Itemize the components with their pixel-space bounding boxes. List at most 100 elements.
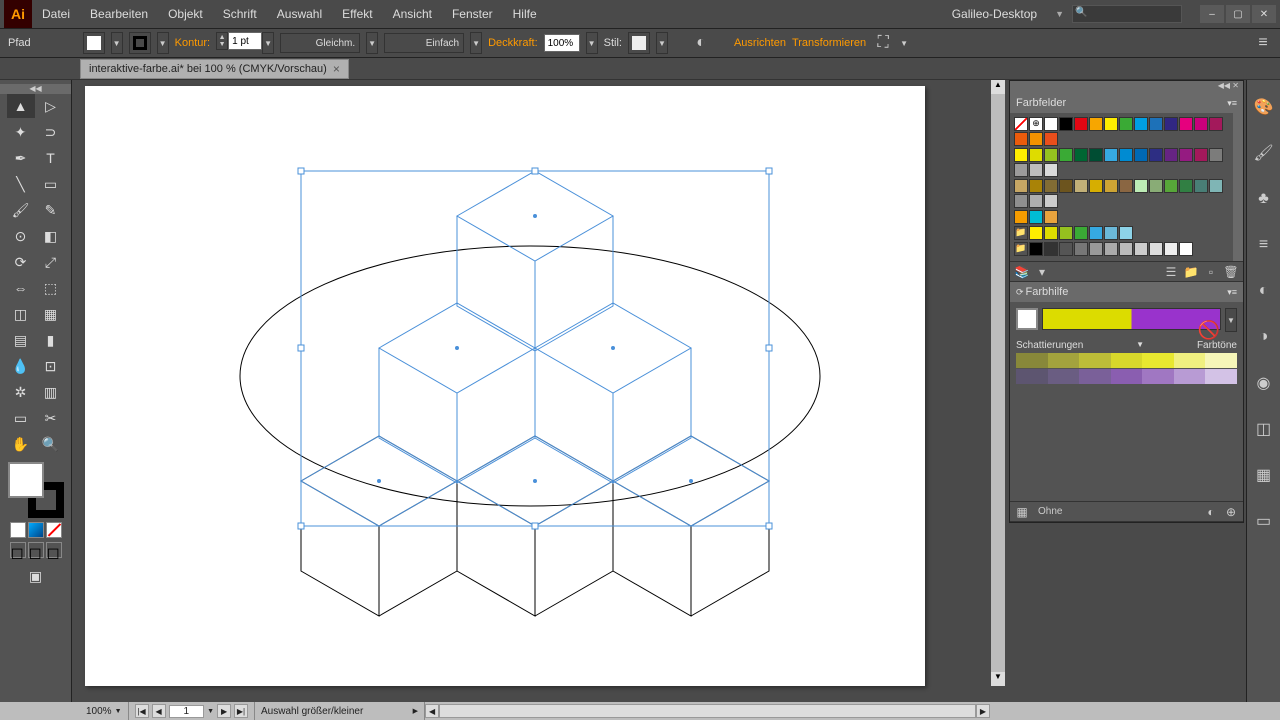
swatch-cell[interactable] xyxy=(1164,242,1178,256)
new-color-group-icon[interactable]: 📁 xyxy=(1183,264,1199,280)
screen-mode-tool[interactable]: ▣ xyxy=(22,564,50,588)
stroke-dropdown[interactable]: ▼ xyxy=(157,32,169,54)
swatch-cell[interactable] xyxy=(1059,117,1073,131)
chevron-down-icon[interactable]: ▼ xyxy=(1136,340,1144,351)
opacity-input[interactable] xyxy=(544,34,580,52)
swatch-cell[interactable] xyxy=(1164,117,1178,131)
variation-cell[interactable] xyxy=(1048,353,1080,368)
scale-tool[interactable]: ⤢ xyxy=(37,250,65,274)
opacity-dropdown[interactable]: ▼ xyxy=(586,32,598,54)
type-tool[interactable]: T xyxy=(37,146,65,170)
panel-menu-icon[interactable]: ≡ xyxy=(1252,32,1274,54)
swatch-cell[interactable] xyxy=(1119,148,1133,162)
zoom-tool[interactable]: 🔍 xyxy=(37,432,65,456)
document-tab[interactable]: interaktive-farbe.ai* bei 100 % (CMYK/Vo… xyxy=(80,59,349,79)
fill-color-box[interactable] xyxy=(8,462,44,498)
swatch-cell[interactable] xyxy=(1149,242,1163,256)
swatch-cell[interactable] xyxy=(1089,242,1103,256)
eyedropper-tool[interactable]: 💧 xyxy=(7,354,35,378)
variation-cell[interactable] xyxy=(1205,353,1237,368)
swatches-scrollbar[interactable] xyxy=(1233,113,1243,261)
stroke-weight-input[interactable] xyxy=(228,32,262,50)
menu-fenster[interactable]: Fenster xyxy=(442,0,503,28)
swatch-cell[interactable] xyxy=(1029,148,1043,162)
stroke-swatch[interactable] xyxy=(129,32,151,54)
color-mode-none[interactable] xyxy=(46,522,62,538)
panel-menu-icon[interactable]: ▾≡ xyxy=(1227,98,1237,109)
mesh-tool[interactable]: ▤ xyxy=(7,328,35,352)
fill-stroke-indicator[interactable] xyxy=(8,462,64,518)
swatch-cell[interactable]: 📁 xyxy=(1014,226,1028,240)
panel-menu-icon[interactable]: ▾≡ xyxy=(1227,287,1237,298)
swatch-cell[interactable] xyxy=(1044,242,1058,256)
variation-cell[interactable] xyxy=(1048,369,1080,384)
swatch-cell[interactable] xyxy=(1194,117,1208,131)
swatch-cell[interactable] xyxy=(1089,148,1103,162)
swatch-cell[interactable] xyxy=(1044,226,1058,240)
search-input[interactable] xyxy=(1072,5,1182,23)
color-variations-grid[interactable] xyxy=(1016,353,1237,385)
swatch-cell[interactable] xyxy=(1029,179,1043,193)
blend-tool[interactable]: ⊡ xyxy=(37,354,65,378)
pen-tool[interactable]: ✒ xyxy=(7,146,35,170)
swatch-cell[interactable] xyxy=(1074,242,1088,256)
swatch-cell[interactable] xyxy=(1029,163,1043,177)
artboard[interactable] xyxy=(85,86,925,686)
tab-close-icon[interactable]: × xyxy=(333,62,340,76)
eraser-tool[interactable]: ◧ xyxy=(37,224,65,248)
swatch-cell[interactable] xyxy=(1029,226,1043,240)
variation-cell[interactable] xyxy=(1142,353,1174,368)
zoom-level[interactable]: 100% xyxy=(86,706,112,717)
swatch-cell[interactable] xyxy=(1209,148,1223,162)
menu-bearbeiten[interactable]: Bearbeiten xyxy=(80,0,158,28)
swatch-cell[interactable] xyxy=(1074,148,1088,162)
layers-panel-icon[interactable]: ▦ xyxy=(1253,464,1275,486)
harmony-dropdown[interactable]: ▼ xyxy=(1225,308,1237,332)
canvas-vscrollbar[interactable]: ▲ ▼ xyxy=(991,80,1005,686)
draw-behind[interactable]: ◻ xyxy=(28,542,44,558)
width-profile-select[interactable]: Einfach xyxy=(384,33,464,53)
draw-normal[interactable]: ◻ xyxy=(10,542,26,558)
magic-wand-tool[interactable]: ✦ xyxy=(7,120,35,144)
stroke-panel-icon[interactable]: ≡ xyxy=(1253,234,1275,256)
swatch-cell[interactable] xyxy=(1104,242,1118,256)
artboards-panel-icon[interactable]: ▭ xyxy=(1253,510,1275,532)
rectangle-tool[interactable]: ▭ xyxy=(37,172,65,196)
menu-hilfe[interactable]: Hilfe xyxy=(503,0,547,28)
swatch-cell[interactable] xyxy=(1044,179,1058,193)
menu-datei[interactable]: Datei xyxy=(32,0,80,28)
recolor-icon[interactable]: ◐ xyxy=(690,32,712,54)
graphic-style-dropdown[interactable]: ▼ xyxy=(656,32,668,54)
swatch-cell[interactable] xyxy=(1014,163,1028,177)
panel-collapse[interactable]: ◀◀ ✕ xyxy=(1010,81,1243,93)
swatch-cell[interactable] xyxy=(1089,179,1103,193)
swatch-cell[interactable] xyxy=(1149,148,1163,162)
swatch-cell[interactable] xyxy=(1119,242,1133,256)
prev-artboard-button[interactable]: ◀ xyxy=(152,704,166,718)
swatch-cell[interactable] xyxy=(1044,194,1058,208)
chevron-right-icon[interactable]: ▶ xyxy=(413,707,418,715)
width-profile-dropdown[interactable]: ▼ xyxy=(470,32,482,54)
swatch-cell[interactable] xyxy=(1014,148,1028,162)
gradient-tool[interactable]: ▮ xyxy=(37,328,65,352)
variation-cell[interactable] xyxy=(1079,369,1111,384)
symbol-sprayer-tool[interactable]: ✲ xyxy=(7,380,35,404)
swatch-cell[interactable] xyxy=(1074,226,1088,240)
swatch-cell[interactable] xyxy=(1209,179,1223,193)
swatch-cell[interactable]: 📁 xyxy=(1014,242,1028,256)
delete-swatch-icon[interactable]: 🗑 xyxy=(1223,264,1239,280)
artboard-number[interactable]: 1 xyxy=(169,705,205,718)
swatch-cell[interactable] xyxy=(1044,163,1058,177)
swatches-panel-header[interactable]: Farbfelder ▾≡ xyxy=(1010,93,1243,113)
brush-profile-select[interactable]: Gleichm. xyxy=(280,33,360,53)
isolate-icon[interactable]: ⛶ xyxy=(872,32,894,54)
color-panel-icon[interactable]: 🎨 xyxy=(1253,96,1275,118)
brush-profile-dropdown[interactable]: ▼ xyxy=(366,32,378,54)
swatch-cell[interactable] xyxy=(1074,179,1088,193)
swatch-cell[interactable] xyxy=(1059,148,1073,162)
swatch-cell[interactable] xyxy=(1044,210,1058,224)
graphic-styles-panel-icon[interactable]: ◫ xyxy=(1253,418,1275,440)
harmony-rule-strip[interactable] xyxy=(1042,308,1221,330)
stroke-label[interactable]: Kontur: xyxy=(175,37,210,49)
swatch-cell[interactable] xyxy=(1014,132,1028,146)
